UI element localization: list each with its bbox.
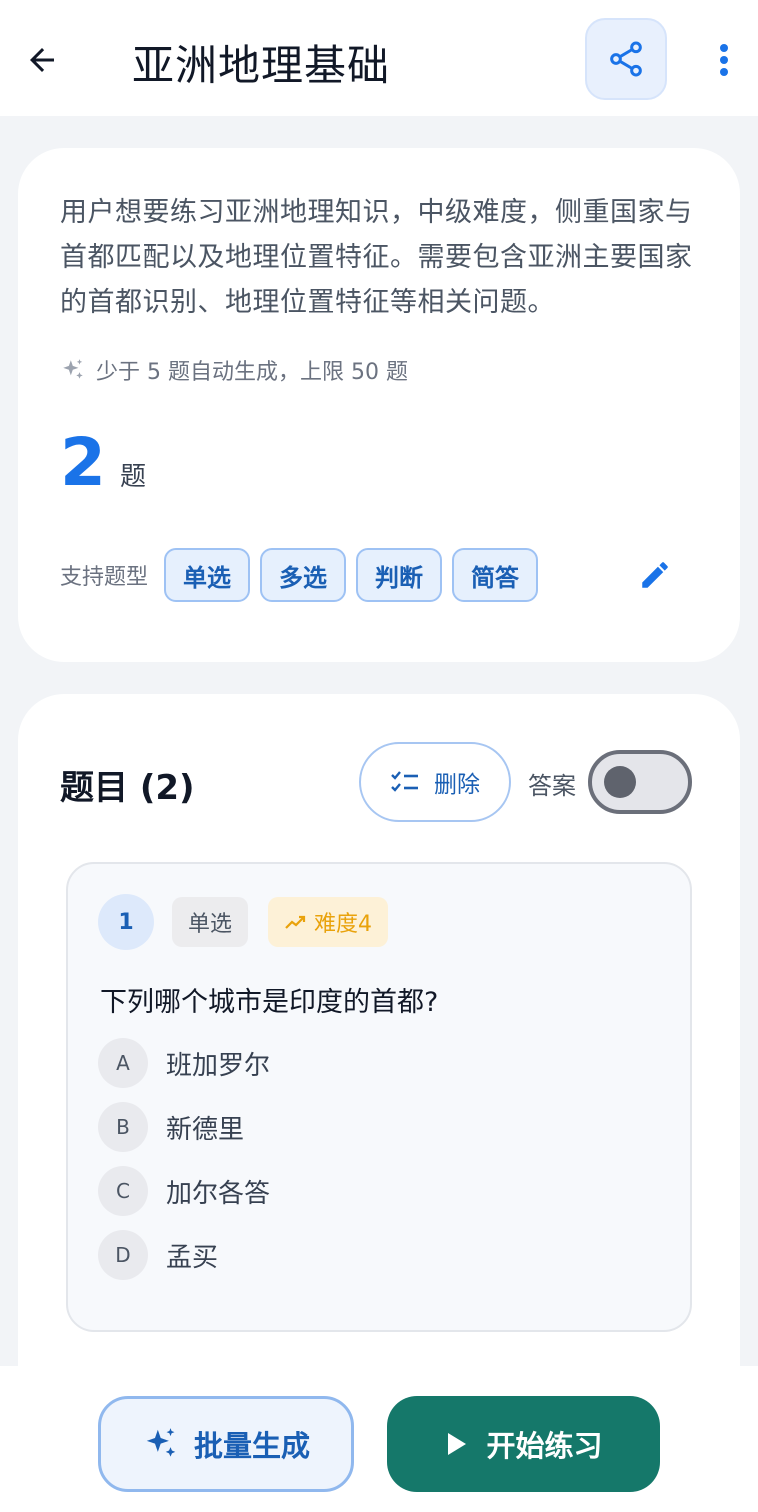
edit-types-button[interactable] (632, 552, 678, 598)
difficulty-label: 难度4 (314, 912, 372, 937)
option-letter: B (98, 1102, 148, 1152)
trending-up-icon (285, 915, 306, 929)
type-chip-single[interactable]: 单选 (164, 548, 251, 602)
option-letter: C (98, 1166, 148, 1216)
pencil-icon (642, 562, 668, 588)
answer-toggle[interactable] (588, 750, 692, 814)
back-button[interactable] (22, 40, 62, 80)
type-chip-multiple[interactable]: 多选 (260, 548, 347, 602)
option-b[interactable]: B 新德里 (98, 1102, 244, 1152)
page-title: 亚洲地理基础 (132, 41, 391, 90)
bulk-generate-button[interactable]: 批量生成 (98, 1396, 354, 1492)
question-text: 下列哪个城市是印度的首都? (100, 987, 439, 1018)
share-button[interactable] (585, 18, 667, 100)
question-item[interactable]: 1 单选 难度4 下列哪个城市是印度的首都? A 班加罗尔 B 新德里 C 加尔… (66, 862, 692, 1332)
option-text: 孟买 (166, 1242, 219, 1273)
question-count-value: 2 (60, 424, 106, 501)
hint-text: 少于 5 题自动生成，上限 50 题 (96, 360, 408, 385)
type-chip-short-answer[interactable]: 简答 (452, 548, 539, 602)
questions-title: 题目 (2) (60, 768, 195, 808)
bulk-generate-label: 批量生成 (193, 1429, 310, 1463)
sparkle-icon (146, 1428, 176, 1457)
question-count: 2 题 (60, 430, 146, 496)
checklist-icon (391, 771, 418, 792)
type-chip-judge[interactable]: 判断 (356, 548, 443, 602)
option-letter: D (98, 1230, 148, 1280)
start-practice-button[interactable]: 开始练习 (387, 1396, 660, 1492)
questions-card: 题目 (2) 删除 答案 1 单选 难度4 下列哪个城市是印度的首都? A 班加… (18, 694, 740, 1414)
toggle-knob (604, 766, 636, 798)
more-options-button[interactable] (706, 38, 742, 82)
option-text: 班加罗尔 (166, 1050, 271, 1081)
delete-label: 删除 (434, 772, 480, 798)
more-vertical-icon (720, 44, 728, 76)
option-letter: A (98, 1038, 148, 1088)
option-text: 新德里 (166, 1114, 245, 1145)
option-a[interactable]: A 班加罗尔 (98, 1038, 270, 1088)
difficulty-badge: 难度4 (268, 897, 388, 947)
auto-generate-hint: 少于 5 题自动生成，上限 50 题 (60, 354, 408, 386)
start-practice-label: 开始练习 (486, 1429, 603, 1463)
summary-card: 用户想要练习亚洲地理知识，中级难度，侧重国家与首都匹配以及地理位置特征。需要包含… (18, 148, 740, 662)
practice-description: 用户想要练习亚洲地理知识，中级难度，侧重国家与首都匹配以及地理位置特征。需要包含… (60, 197, 693, 318)
app-root: 亚洲地理基础 用户想要练习亚洲地理知识，中级难度，侧重国家与首都匹配以及地理位置… (0, 0, 758, 1512)
question-types-row: 支持题型 单选 多选 判断 简答 (60, 548, 548, 602)
play-icon (448, 1433, 467, 1455)
question-count-unit: 题 (119, 462, 146, 492)
sparkle-icon (63, 359, 83, 379)
option-c[interactable]: C 加尔各答 (98, 1166, 270, 1216)
delete-button[interactable]: 删除 (359, 742, 511, 822)
bottom-action-bar: 批量生成 开始练习 (0, 1366, 758, 1512)
question-type-badge: 单选 (172, 897, 249, 947)
answer-toggle-label: 答案 (528, 772, 576, 800)
top-app-bar: 亚洲地理基础 (0, 0, 758, 116)
arrow-left-icon (30, 48, 54, 72)
option-text: 加尔各答 (166, 1178, 271, 1209)
question-number: 1 (98, 894, 154, 950)
share-icon (610, 41, 642, 77)
question-types-label: 支持题型 (60, 565, 149, 590)
option-d[interactable]: D 孟买 (98, 1230, 218, 1280)
